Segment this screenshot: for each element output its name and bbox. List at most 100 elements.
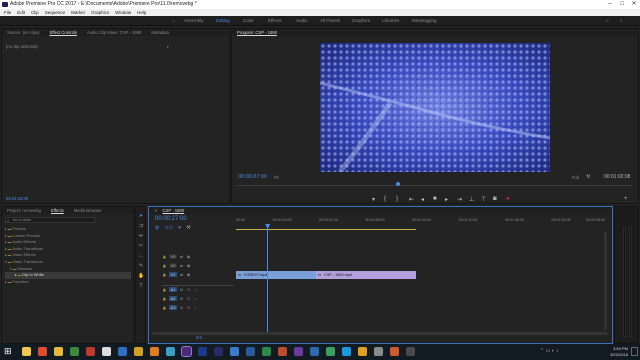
razor-tool-icon[interactable]: ✂ [138,243,144,249]
program-scrub-bar[interactable] [236,185,632,186]
workspace-graphics[interactable]: Graphics [352,18,370,23]
workspace-all-panels[interactable]: All Panels [320,18,340,23]
app-red-icon[interactable] [86,347,95,356]
eye-icon[interactable]: ◉ [186,254,191,259]
menu-graphics[interactable]: Graphics [91,9,109,16]
project-tab-2[interactable]: Media Browser [69,207,107,214]
menu-help[interactable]: Help [137,9,146,16]
mute-icon[interactable]: M [179,287,184,292]
extract-icon[interactable]: ⊤ [481,196,486,203]
clock-date[interactable]: 3/22/2018 [604,352,628,357]
mark-in-icon[interactable]: { [384,196,386,202]
stop-icon[interactable]: ■ [433,196,437,202]
track-select-tool-icon[interactable]: ⇉ [138,223,144,229]
effects-folder-item[interactable]: ▸ ▬ Dip to White [5,272,131,279]
workspace-editing[interactable]: Editing [216,18,230,23]
lock-icon[interactable]: 🔒 [162,264,167,269]
maximize-icon[interactable]: □ [616,0,628,9]
add-marker-icon[interactable]: ▾ [372,196,375,203]
sequence-tab[interactable]: CSP - 1690 [163,207,190,214]
expand-icon[interactable]: ▸ [167,44,169,49]
sync-icon[interactable]: ⇄ [179,272,184,277]
wrench-icon[interactable]: ⚒ [586,174,590,180]
timeline-vertical-scrollbar[interactable] [604,232,607,330]
track-label[interactable]: V2 [169,263,177,268]
sync-icon[interactable]: ⇄ [179,254,184,259]
workspace-color[interactable]: Color [243,18,254,23]
solo-icon[interactable]: S [186,305,191,310]
mute-icon[interactable]: M [179,296,184,301]
snap-icon[interactable]: ⊞ [155,225,159,231]
app-chrome-white-icon[interactable] [102,347,111,356]
timeline-playhead[interactable] [267,224,269,334]
record-icon[interactable]: ● [506,196,510,202]
lock-icon[interactable]: 🔒 [162,273,167,278]
search-icon[interactable]: ⌕ [620,18,623,24]
timeline-settings-icons[interactable]: ⊞ ⊂⊃ ▾ ⚒ [155,225,191,231]
windows-start-icon[interactable]: ⊞ [4,346,12,357]
outlook-icon[interactable] [310,347,319,356]
effects-folder-item[interactable]: ▸ ▬ Video Effects [5,252,131,259]
word-icon[interactable] [246,347,255,356]
lock-icon[interactable]: 🔒 [162,297,167,302]
close-sequence-icon[interactable]: ✕ [149,207,163,214]
clip-csp[interactable]: fx CSP - 1690.mp4 [316,271,416,279]
chrome-icon[interactable] [38,347,47,356]
vlc-icon[interactable] [358,347,367,356]
hand-tool-icon[interactable]: ✋ [138,273,144,279]
menu-clip[interactable]: Clip [31,9,39,16]
timeline-horizontal-scrollbar[interactable] [152,332,608,335]
timeline-timecode[interactable]: 00:00:27:00 [155,216,187,222]
effects-folder-item[interactable]: ▸ ▬ Lumetri Presets [5,233,131,240]
app-skyblue-icon[interactable] [342,347,351,356]
fit-select[interactable]: Fit [274,175,279,180]
master-volume[interactable]: 0.0 [196,335,202,340]
lift-icon[interactable]: ⊥ [469,196,474,203]
mute-icon[interactable]: M [179,305,184,310]
notification-icon[interactable] [631,347,638,356]
lock-icon[interactable]: 🔒 [162,306,167,311]
mic-icon[interactable]: ♪ [193,296,198,301]
project-tab-0[interactable]: Project: removebg [2,207,46,214]
wrench-icon[interactable]: ⚒ [186,225,190,231]
menu-window[interactable]: Window [115,9,131,16]
track-label[interactable]: V1 [169,272,177,277]
lock-icon[interactable]: 🔒 [162,255,167,260]
app-cyan-icon[interactable] [166,347,175,356]
lock-icon[interactable]: 🔒 [162,288,167,293]
onenote-icon[interactable] [294,347,303,356]
project-tab-1[interactable]: Effects [46,207,69,214]
app-green2-icon[interactable] [326,347,335,356]
menu-file[interactable]: File [4,9,11,16]
effects-folder-item[interactable]: ▾ ▬ Dissolve [5,266,131,273]
app-yellow-icon[interactable] [134,347,143,356]
app-gray-icon[interactable] [374,347,383,356]
step-forward-icon[interactable]: ▸ [445,196,448,203]
app-orange2-icon[interactable] [390,347,399,356]
add-button-icon[interactable]: + [624,196,628,202]
workspace-effects[interactable]: Effects [268,18,282,23]
eye-icon[interactable]: ◉ [186,272,191,277]
sync-icon[interactable]: ⇄ [179,263,184,268]
track-label[interactable]: V3 [169,254,177,259]
work-area-bar[interactable] [236,229,416,230]
program-tab[interactable]: Program: CSP - 1690 [232,29,282,36]
app-orange-icon[interactable] [150,347,159,356]
selection-tool-icon[interactable]: ➤ [138,213,144,219]
workspace-libraries[interactable]: Libraries [382,18,399,23]
mark-out-icon[interactable]: } [396,196,398,202]
effects-folder-item[interactable]: ▸ ▬ Audio Transitions [5,246,131,253]
eye-icon[interactable]: ◉ [186,263,191,268]
export-frame-icon[interactable]: ◙ [493,196,497,202]
step-back-icon[interactable]: ◂ [421,196,424,203]
effects-folder-item[interactable]: ▸ ▬ Presets [5,226,131,233]
linked-selection-icon[interactable]: ⊂⊃ [165,225,173,231]
photoshop-icon[interactable] [198,347,207,356]
effects-folder-item[interactable]: ▾ ▬ Video Transitions [5,259,131,266]
source-tab-1[interactable]: Effect Controls [45,29,82,36]
menu-marker[interactable]: Marker [71,9,85,16]
marker-icon[interactable]: ▾ [178,225,181,231]
track-label[interactable]: A2 [169,296,177,301]
source-tab-3[interactable]: Metadata [146,29,173,36]
effects-folder-item[interactable]: ▸ ▬ Favorites [5,279,131,286]
